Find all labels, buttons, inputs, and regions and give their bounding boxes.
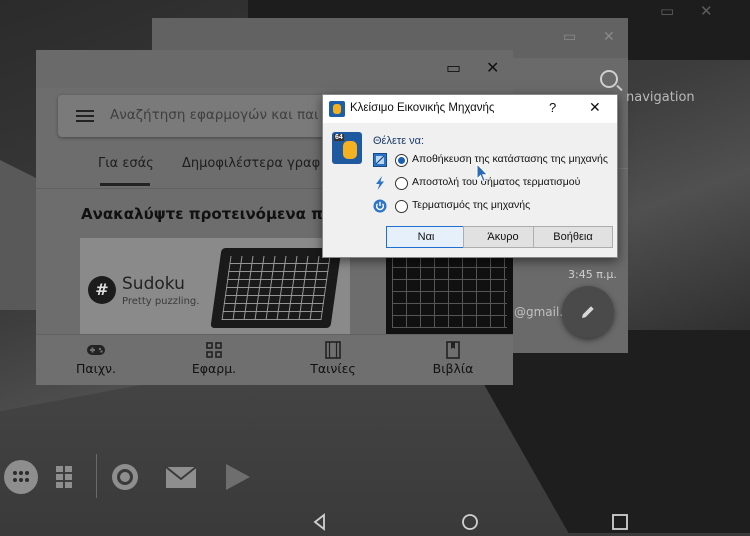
- lightning-icon: [373, 176, 387, 190]
- tab-for-you[interactable]: Για εσάς: [98, 156, 154, 171]
- radio-power-off[interactable]: [395, 200, 408, 213]
- dialog-question: Θέλετε να:: [373, 135, 425, 147]
- virtualbox-icon: [329, 101, 345, 117]
- app-name: Sudoku: [122, 274, 185, 294]
- active-tab-indicator: [100, 183, 150, 186]
- dialog-titlebar[interactable]: Κλείσιμο Εικονικής Μηχανής ? ✕: [323, 95, 617, 123]
- window-titlebar[interactable]: ▭ ✕: [36, 50, 513, 88]
- tablet-image: [210, 248, 342, 328]
- close-icon[interactable]: ✕: [486, 58, 499, 77]
- help-button[interactable]: Βοήθεια: [533, 226, 613, 248]
- save-state-icon: [373, 153, 387, 167]
- nav-books-label: Βιβλία: [432, 361, 474, 376]
- vm-os-icon: 64: [332, 132, 362, 164]
- tab-top-charts[interactable]: Δημοφιλέστερα γραφ: [182, 156, 320, 171]
- play-store-icon[interactable]: [218, 458, 256, 496]
- close-icon[interactable]: ✕: [589, 99, 601, 116]
- nav-movies[interactable]: Ταινίες: [288, 341, 378, 376]
- dialog-title: Κλείσιμο Εικονικής Μηχανής: [350, 102, 495, 114]
- nav-apps[interactable]: Εφαρμ.: [169, 341, 259, 376]
- close-icon[interactable]: ✕: [603, 29, 615, 45]
- gamepad-icon: [51, 341, 141, 359]
- settings-gear-icon[interactable]: [106, 458, 144, 496]
- app-launcher-icon[interactable]: [2, 458, 40, 496]
- bottom-navigation: Παιχν. Εφαρμ. Ταινίες Βιβλία: [36, 334, 513, 385]
- apps-grid-icon: [169, 341, 259, 359]
- dock-divider: [96, 454, 97, 498]
- mouse-cursor-icon: [476, 163, 489, 183]
- menu-icon[interactable]: [76, 110, 94, 122]
- recents-icon[interactable]: [610, 512, 630, 532]
- option-label: Αποστολή του σήματος τερματισμού: [412, 176, 581, 188]
- sudoku-logo-icon: #: [88, 276, 116, 304]
- app-dock: [0, 448, 280, 504]
- maximize-icon[interactable]: ▭: [446, 58, 461, 77]
- radio-send-shutdown[interactable]: [395, 177, 408, 190]
- mail-icon[interactable]: [162, 458, 200, 496]
- cancel-button[interactable]: Άκυρο: [463, 226, 543, 248]
- power-icon: [373, 199, 387, 213]
- compose-button[interactable]: [562, 286, 614, 338]
- option-label: Αποθήκευση της κατάστασης της μηχανής: [412, 153, 608, 165]
- apps-grid-icon[interactable]: [50, 458, 88, 496]
- close-icon[interactable]: ✕: [700, 2, 713, 20]
- nav-apps-label: Εφαρμ.: [191, 361, 237, 376]
- system-navigation-bar: [0, 506, 750, 533]
- back-icon[interactable]: [310, 512, 330, 532]
- nav-games[interactable]: Παιχν.: [51, 341, 141, 376]
- book-icon: [408, 341, 498, 359]
- radio-save-state[interactable]: [395, 154, 408, 167]
- app-tagline: Pretty puzzling.: [122, 296, 200, 307]
- close-vm-dialog[interactable]: Κλείσιμο Εικονικής Μηχανής ? ✕ 64 Θέλετε…: [322, 94, 618, 258]
- nav-books[interactable]: Βιβλία: [408, 341, 498, 376]
- section-title: Ανακαλύψτε προτεινόμενα παι: [81, 205, 340, 223]
- bitness-badge: 64: [334, 134, 344, 141]
- help-icon[interactable]: ?: [549, 100, 556, 115]
- nav-games-label: Παιχν.: [75, 361, 117, 376]
- maximize-icon[interactable]: ▭: [563, 29, 576, 45]
- search-placeholder: Αναζήτηση εφαρμογών και παι: [110, 107, 319, 123]
- nav-movies-label: Ταινίες: [310, 361, 356, 376]
- option-label: Τερματισμός της μηχανής: [412, 199, 531, 211]
- home-icon[interactable]: [460, 512, 480, 532]
- promo-card-sudoku[interactable]: # Sudoku Pretty puzzling.: [80, 238, 350, 334]
- pencil-icon: [582, 306, 594, 318]
- maximize-icon[interactable]: ▭: [660, 2, 674, 20]
- ok-button[interactable]: Ναι: [386, 226, 466, 248]
- film-icon: [288, 341, 378, 359]
